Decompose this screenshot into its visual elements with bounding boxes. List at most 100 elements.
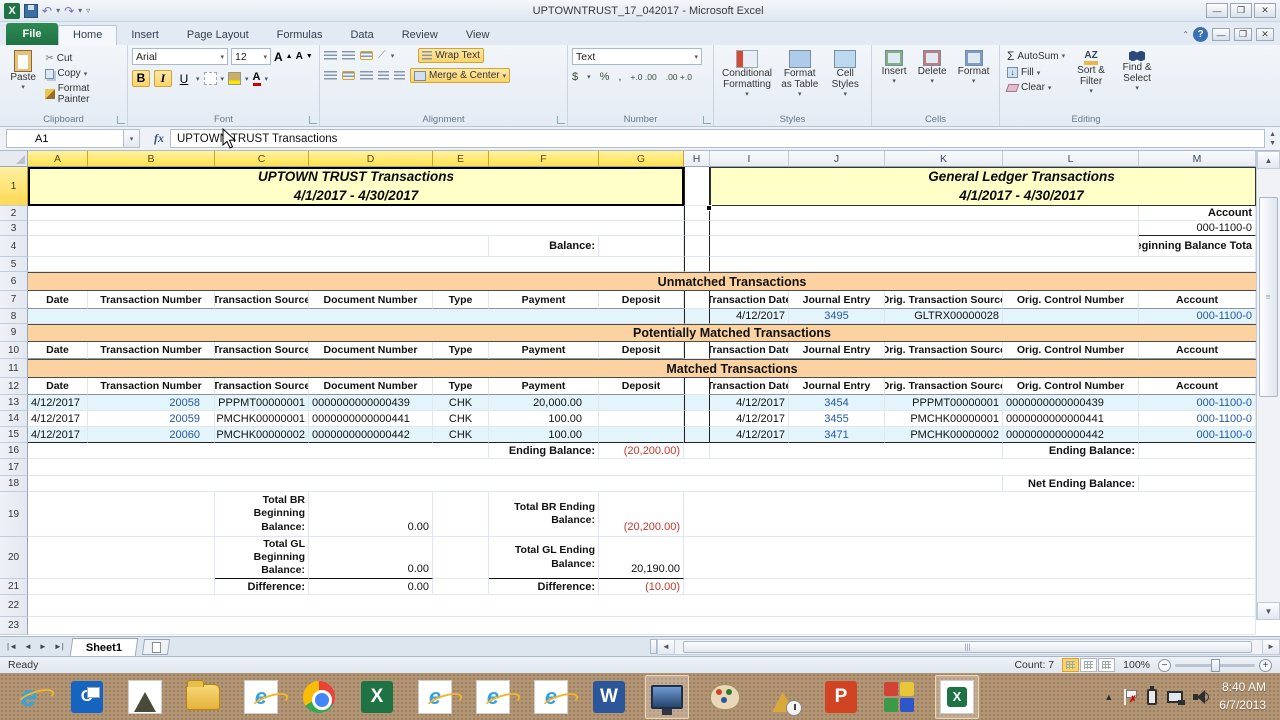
header-cell[interactable]: Payment [489, 342, 599, 359]
workbook-close-button[interactable]: ✕ [1256, 28, 1274, 41]
cell[interactable]: 4/12/2017 [710, 411, 789, 427]
row-header[interactable]: 22 [0, 595, 28, 617]
zoom-out-icon[interactable]: − [1158, 658, 1171, 672]
column-header[interactable]: J [789, 151, 885, 167]
row-header[interactable]: 13 [0, 395, 28, 411]
cell[interactable] [28, 595, 1256, 617]
gl-ending-balance-label-cell[interactable]: Ending Balance: [1003, 443, 1139, 459]
tab-split-handle[interactable] [650, 639, 657, 654]
name-box-caret-icon[interactable]: ▾ [124, 129, 140, 148]
page-layout-view-button[interactable] [1080, 658, 1098, 672]
cell[interactable]: 4/12/2017 [28, 411, 88, 427]
gl-begin-value-cell[interactable]: 0.00 [309, 537, 433, 579]
taskbar-paint-button[interactable] [703, 675, 747, 719]
workbook-restore-button[interactable]: ❐ [1234, 28, 1252, 41]
workbook-minimize-button[interactable]: — [1212, 28, 1230, 41]
cell[interactable]: 0000000000000441 [1003, 411, 1139, 427]
cell[interactable] [684, 167, 710, 206]
fill-button[interactable]: ↓ Fill ▾ [1004, 66, 1068, 79]
zoom-in-icon[interactable]: + [1259, 658, 1272, 672]
currency-icon[interactable]: $ [572, 71, 578, 83]
last-sheet-icon[interactable]: ►| [51, 640, 67, 653]
merge-center-button[interactable]: Merge & Center ▾ [410, 68, 511, 83]
undo-icon[interactable]: ↶ [42, 5, 52, 17]
cell[interactable] [433, 537, 489, 579]
matched-section-banner[interactable]: Matched Transactions [28, 359, 1256, 378]
cell[interactable] [684, 579, 1256, 595]
decrease-decimal-icon[interactable]: .00 +.0 [666, 72, 692, 82]
format-painter-button[interactable]: Format Painter [42, 82, 123, 106]
br-begin-value-cell[interactable]: 0.00 [309, 492, 433, 537]
cell[interactable] [1003, 309, 1139, 324]
header-cell[interactable]: Date [28, 291, 88, 309]
fill-handle[interactable] [706, 205, 712, 211]
cell[interactable] [684, 221, 710, 236]
cell[interactable]: CHK [433, 411, 489, 427]
header-cell[interactable]: Orig. Control Number [1003, 291, 1139, 309]
br-begin-label-cell[interactable]: Total BR Beginning Balance: [215, 492, 309, 537]
cell[interactable]: 100.00 [489, 411, 599, 427]
align-bottom-icon[interactable] [360, 51, 373, 60]
delete-cells-button[interactable]: Delete ▾ [914, 48, 951, 87]
cell[interactable]: 4/12/2017 [710, 427, 789, 443]
header-cell[interactable]: Document Number [309, 378, 433, 395]
cell[interactable]: PMCHK00000001 [215, 411, 309, 427]
vertical-scrollbar[interactable]: ▲ ≡ ▼ [1256, 151, 1280, 620]
align-left-icon[interactable] [324, 71, 337, 80]
tab-data[interactable]: Data [336, 26, 387, 45]
column-header[interactable]: B [88, 151, 215, 167]
fill-color-caret-icon[interactable]: ▾ [245, 75, 249, 83]
tab-file[interactable]: File [6, 23, 58, 45]
taskbar-ie-window-button[interactable]: e [413, 675, 457, 719]
horizontal-scroll-track[interactable]: ||| [675, 638, 1262, 655]
cell[interactable]: 000-1100-0 [1139, 411, 1256, 427]
cell[interactable] [684, 492, 1256, 537]
sort-filter-button[interactable]: AZ Sort & Filter ▾ [1068, 48, 1114, 97]
italic-button[interactable]: I [154, 70, 172, 87]
header-cell[interactable]: Deposit [599, 378, 684, 395]
column-header[interactable]: M [1139, 151, 1256, 167]
autosum-button[interactable]: Σ AutoSum ▾ [1004, 48, 1068, 64]
clear-button[interactable]: Clear ▾ [1004, 81, 1068, 94]
cell[interactable]: 0000000000000439 [309, 395, 433, 411]
ending-balance-value-cell[interactable]: (20,200.00) [599, 443, 684, 459]
cell[interactable]: 000-1100-0 [1139, 395, 1256, 411]
cell[interactable] [684, 342, 710, 359]
network-icon[interactable] [1167, 690, 1186, 705]
restore-button[interactable]: ❐ [1230, 3, 1252, 18]
help-icon[interactable]: ? [1193, 27, 1208, 42]
header-cell[interactable]: Orig. Control Number [1003, 378, 1139, 395]
tab-view[interactable]: View [452, 26, 504, 45]
cell[interactable]: GLTRX00000028 [885, 309, 1003, 324]
header-cell[interactable]: Transaction Source [215, 378, 309, 395]
cell[interactable]: PPPMT00000001 [885, 395, 1003, 411]
taskbar-ie-window-button[interactable]: e [471, 675, 515, 719]
tab-formulas[interactable]: Formulas [263, 26, 337, 45]
horizontal-scroll-thumb[interactable]: ||| [683, 640, 1252, 653]
cell[interactable] [710, 236, 1139, 257]
orientation-icon[interactable]: ⟋ [378, 49, 386, 62]
increase-decimal-icon[interactable]: +.0 .00 [630, 72, 656, 82]
cut-button[interactable]: ✂ Cut [42, 52, 123, 65]
find-select-button[interactable]: Find & Select ▾ [1114, 48, 1160, 97]
zoom-track[interactable] [1175, 658, 1255, 672]
horizontal-scrollbar[interactable]: ◄ ||| ► [650, 638, 1280, 655]
row-header[interactable]: 19 [0, 492, 28, 537]
taskbar-ie-button[interactable]: e [7, 675, 51, 719]
cell[interactable]: 4/12/2017 [710, 395, 789, 411]
header-cell[interactable]: Payment [489, 291, 599, 309]
column-header[interactable]: C [215, 151, 309, 167]
column-header[interactable]: A [28, 151, 88, 167]
row-header[interactable]: 10 [0, 342, 28, 359]
align-right-icon[interactable] [360, 71, 373, 80]
select-all-corner[interactable] [0, 151, 28, 167]
insert-function-icon[interactable]: fx [154, 131, 164, 146]
header-cell[interactable]: Transaction Date [710, 378, 789, 395]
cell[interactable] [28, 206, 684, 221]
header-cell[interactable]: Orig. Transaction Source [885, 378, 1003, 395]
first-sheet-icon[interactable]: |◄ [4, 640, 20, 653]
cell[interactable] [599, 411, 684, 427]
header-cell[interactable]: Transaction Number [88, 378, 215, 395]
header-cell[interactable]: Journal Entry [789, 342, 885, 359]
header-cell[interactable]: Transaction Source [215, 342, 309, 359]
